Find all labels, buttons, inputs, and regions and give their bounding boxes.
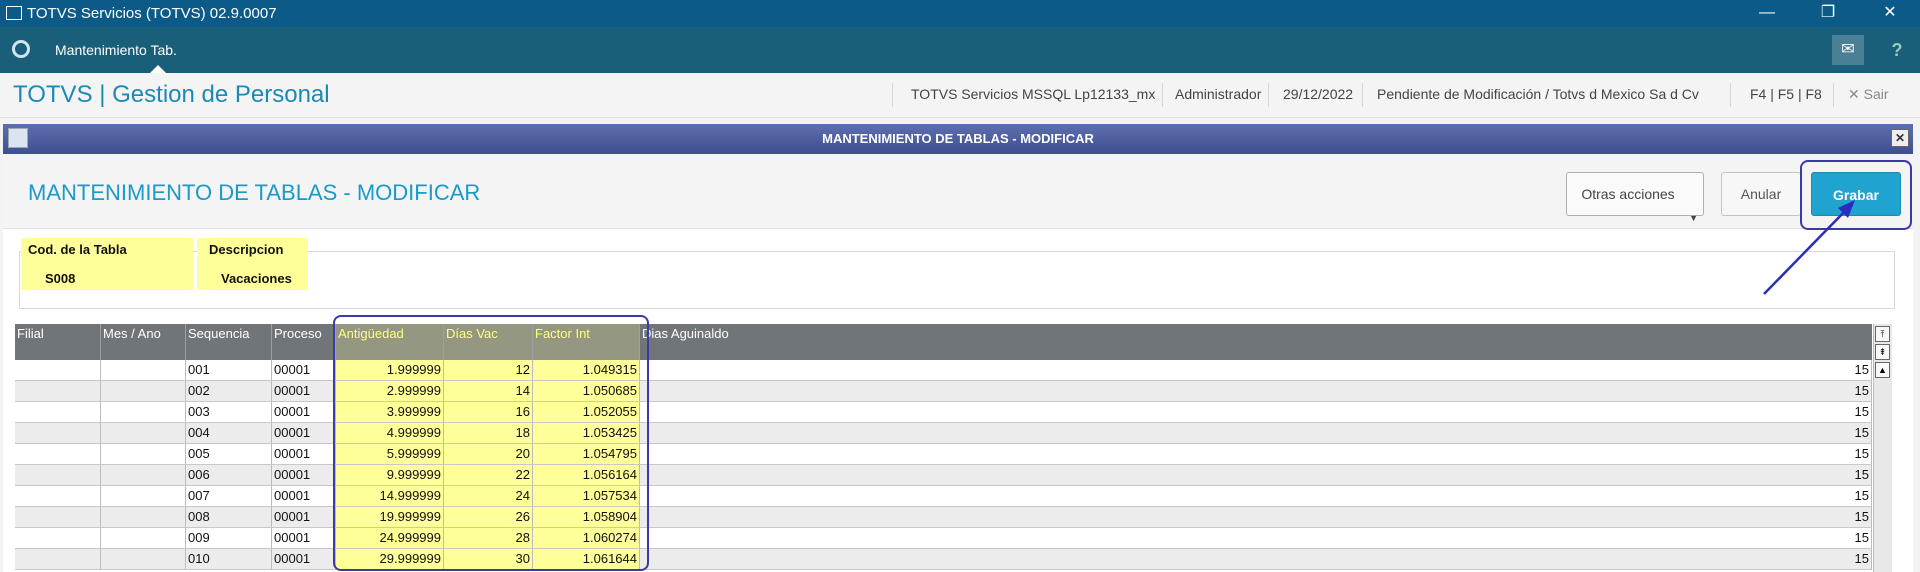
annotation-arrow [1763,200,1855,295]
